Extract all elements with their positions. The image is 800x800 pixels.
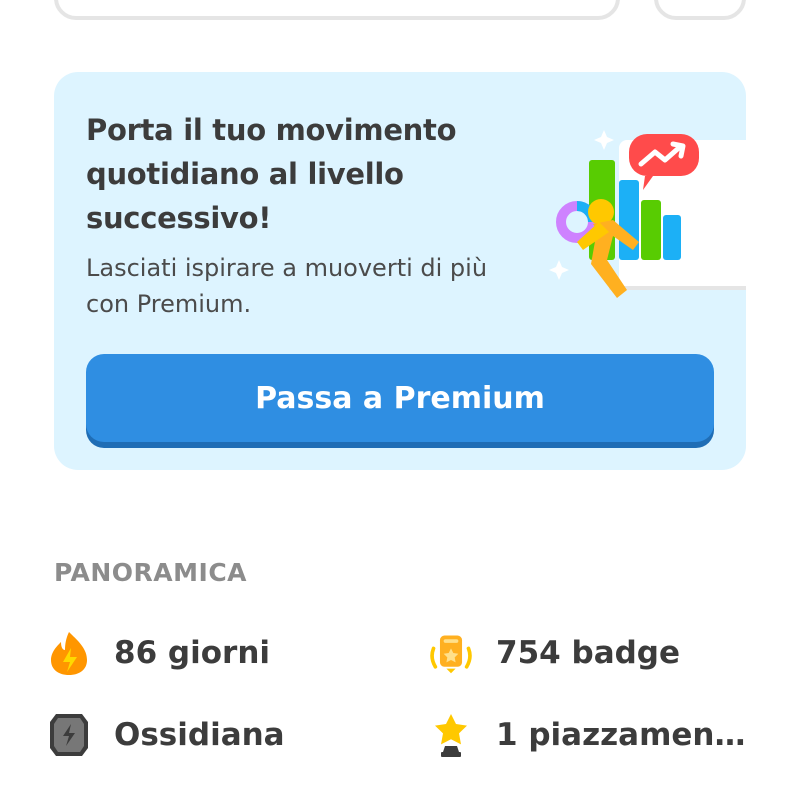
top-card-left[interactable]	[54, 0, 620, 20]
flame-icon	[46, 630, 92, 676]
stat-podium[interactable]: 1 piazzament...	[428, 710, 756, 760]
stat-badges[interactable]: 754 badge	[428, 628, 680, 678]
promo-title: Porta il tuo movimento quotidiano al liv…	[86, 113, 457, 235]
badge-icon	[428, 630, 474, 676]
obsidian-shield-icon	[46, 712, 92, 758]
star-trophy-icon	[428, 712, 474, 758]
stat-podium-label: 1 piazzament...	[496, 717, 756, 753]
top-card-right[interactable]	[654, 0, 746, 20]
running-figure-chart-illustration	[549, 130, 746, 298]
stat-league-label: Ossidiana	[114, 717, 285, 753]
stat-badges-label: 754 badge	[496, 635, 681, 671]
section-header-overview: PANORAMICA	[54, 558, 248, 587]
premium-promo-card: Porta il tuo movimento quotidiano al liv…	[54, 72, 746, 470]
promo-subtitle: Lasciati ispirare a muoverti di più con …	[86, 254, 488, 318]
stat-league[interactable]: Ossidiana	[46, 710, 285, 760]
stat-streak-label: 86 giorni	[114, 635, 271, 671]
upgrade-premium-button[interactable]: Passa a Premium	[86, 354, 714, 442]
stat-streak[interactable]: 86 giorni	[46, 628, 270, 678]
